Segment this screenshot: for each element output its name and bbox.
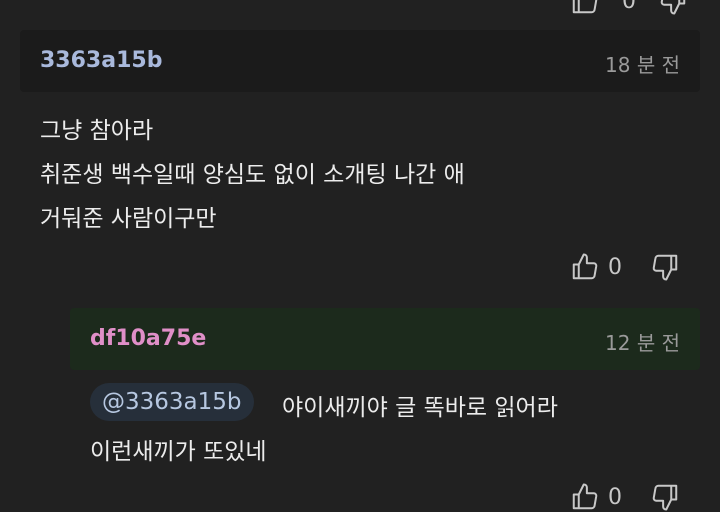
comment-votes: 0: [570, 252, 680, 282]
thumbs-up-icon[interactable]: [570, 482, 600, 512]
comment-body-line-2: 취준생 백수일때 양심도 없이 소개팅 나간 애: [40, 162, 465, 188]
previous-upvote-count: 0: [622, 0, 636, 14]
thumbs-down-icon[interactable]: [650, 482, 680, 512]
reply-upvote-count: 0: [608, 484, 622, 510]
reply-body-line-2: 이런새끼가 또있네: [90, 439, 267, 465]
reply-author[interactable]: df10a75e: [90, 326, 206, 351]
previous-comment-votes: 0: [570, 0, 688, 16]
thumbs-down-icon[interactable]: [650, 252, 680, 282]
comment-body-line-3: 거둬준 사람이구만: [40, 206, 217, 232]
reply-body-line-1: 야이새끼야 글 똑바로 읽어라: [282, 395, 558, 421]
comment-timestamp: 18 분 전: [605, 53, 680, 77]
reply-timestamp: 12 분 전: [605, 331, 680, 355]
thumbs-up-icon[interactable]: [570, 252, 600, 282]
comment-upvote-count: 0: [608, 254, 622, 280]
thumbs-up-icon[interactable]: [570, 0, 600, 16]
thumbs-down-icon[interactable]: [658, 0, 688, 16]
comment-author[interactable]: 3363a15b: [40, 48, 162, 73]
comment-body-line-1: 그냥 참아라: [40, 118, 154, 144]
mention-tag[interactable]: @3363a15b: [90, 383, 254, 421]
reply-votes: 0: [570, 482, 680, 512]
